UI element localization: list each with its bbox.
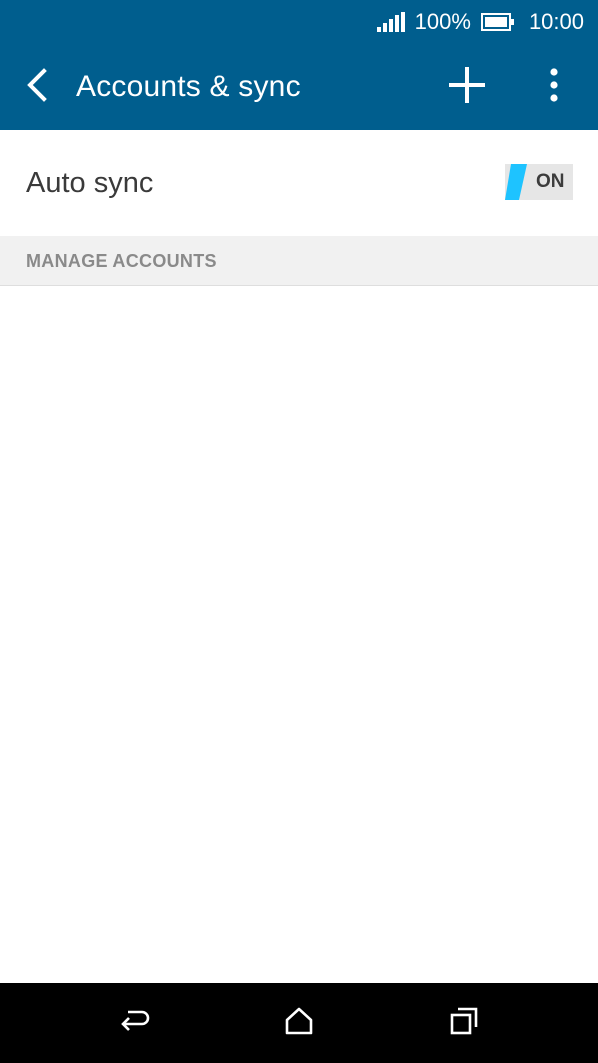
section-header-label: MANAGE ACCOUNTS <box>26 251 217 271</box>
page-title: Accounts & sync <box>76 70 301 103</box>
status-indicators: 100% 10:00 <box>376 0 584 44</box>
nav-home-button[interactable] <box>275 999 323 1047</box>
back-icon <box>118 1006 150 1041</box>
plus-icon <box>449 66 485 108</box>
more-vert-icon <box>550 67 558 107</box>
toggle-state-label: ON <box>536 171 565 192</box>
auto-sync-row[interactable]: Auto sync ON <box>0 130 598 236</box>
clock: 10:00 <box>528 9 584 34</box>
signal-icon <box>376 12 405 32</box>
back-arrow-icon <box>25 67 49 107</box>
accounts-list <box>0 286 598 983</box>
section-header: MANAGE ACCOUNTS <box>0 236 598 286</box>
add-account-button[interactable] <box>444 64 490 110</box>
navigation-bar <box>0 983 598 1063</box>
back-button[interactable] <box>14 64 60 110</box>
battery-icon <box>480 13 515 31</box>
home-icon <box>284 1006 314 1041</box>
auto-sync-toggle[interactable]: ON <box>505 164 573 200</box>
nav-recents-button[interactable] <box>440 999 488 1047</box>
recents-icon <box>449 1006 479 1041</box>
more-options-button[interactable] <box>530 62 578 112</box>
status-bar: 100% 10:00 <box>0 0 598 44</box>
auto-sync-label: Auto sync <box>26 167 154 199</box>
app-bar: Accounts & sync <box>0 44 598 130</box>
nav-back-button[interactable] <box>110 999 158 1047</box>
battery-percent: 100% <box>414 9 471 34</box>
toggle-accent <box>505 164 527 200</box>
